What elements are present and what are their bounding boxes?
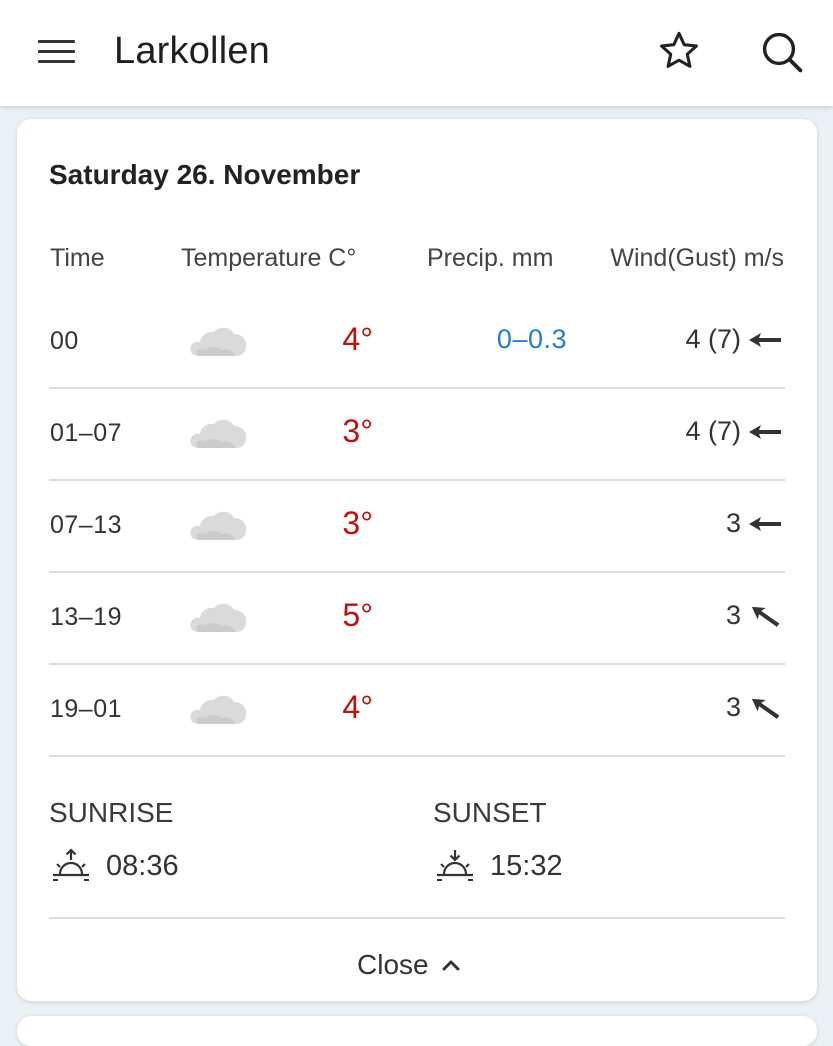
chevron-up-icon [442, 960, 460, 971]
sunrise-icon [53, 848, 89, 881]
row-wind: 3 [725, 692, 741, 722]
column-header-temperature: Temperature C° [181, 244, 357, 272]
row-wind: 4 (7) [685, 416, 741, 446]
wind-direction-arrow-left-icon [747, 511, 783, 537]
row-wind: 3 [725, 508, 741, 538]
sunset-time: 15:32 [490, 850, 563, 882]
app-bar: Larkollen [0, 0, 833, 106]
close-label: Close [357, 949, 429, 980]
row-temperature: 3° [342, 413, 373, 449]
search-icon[interactable] [758, 28, 806, 76]
column-header-wind: Wind(Gust) m/s [610, 244, 784, 272]
sunset-icon [437, 850, 473, 881]
star-icon[interactable] [656, 28, 702, 74]
cloud-icon [187, 508, 249, 544]
wind-direction-arrow-up-left-icon [747, 603, 783, 629]
next-day-card[interactable] [17, 1016, 817, 1046]
day-title: Saturday 26. November [49, 159, 361, 190]
day-forecast-card: Saturday 26. November Time Temperature C… [17, 119, 817, 1001]
cloud-icon [187, 692, 249, 728]
row-time: 00 [50, 327, 79, 355]
forecast-row: 07–13 3° 3 [49, 481, 785, 573]
forecast-row: 13–19 5° 3 [49, 573, 785, 665]
row-time: 13–19 [50, 603, 123, 631]
sunrise-label: SUNRISE [49, 797, 174, 828]
row-wind: 4 (7) [685, 324, 741, 354]
divider [49, 917, 785, 919]
close-button[interactable]: Close [357, 945, 461, 985]
row-precipitation: 0–0.3 [496, 324, 567, 354]
row-time: 01–07 [50, 419, 123, 447]
forecast-row: 00 4° 0–0.3 4 (7) [49, 297, 785, 389]
row-wind: 3 [725, 600, 741, 630]
row-temperature: 3° [342, 505, 373, 541]
row-temperature: 5° [342, 597, 373, 633]
column-header-time: Time [50, 244, 105, 272]
forecast-row: 01–07 3° 4 (7) [49, 389, 785, 481]
page-title: Larkollen [114, 30, 271, 72]
row-time: 19–01 [50, 695, 123, 723]
forecast-row: 19–01 4° 3 [49, 665, 785, 757]
row-temperature: 4° [342, 689, 373, 725]
cloud-icon [187, 600, 249, 636]
row-temperature: 4° [342, 321, 373, 357]
sunrise-time: 08:36 [106, 850, 179, 882]
cloud-icon [187, 416, 249, 452]
column-header-precip: Precip. mm [427, 244, 554, 272]
menu-icon[interactable] [38, 36, 76, 66]
wind-direction-arrow-left-icon [747, 327, 783, 353]
wind-direction-arrow-left-icon [747, 419, 783, 445]
cloud-icon [187, 324, 249, 360]
row-divider [49, 755, 785, 757]
row-time: 07–13 [50, 511, 123, 539]
wind-direction-arrow-up-left-icon [747, 695, 783, 721]
sunset-label: SUNSET [433, 797, 547, 828]
